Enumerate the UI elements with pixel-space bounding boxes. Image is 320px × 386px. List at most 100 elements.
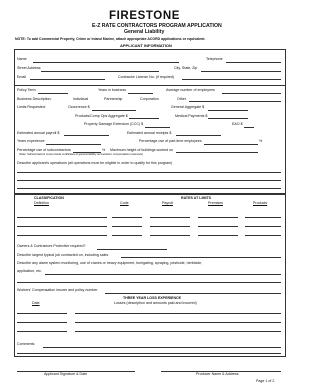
subcontractors-unit: % — [102, 147, 106, 152]
alarm-question: Describe any alarm system monitoring, us… — [17, 261, 203, 265]
property-damage-field[interactable] — [145, 126, 170, 128]
products-label: Products/Comp Ops Aggregate $ — [75, 113, 128, 118]
column-code: Code — [120, 201, 129, 205]
alarm-field-2[interactable] — [17, 282, 281, 283]
row-1-premises[interactable] — [198, 217, 238, 218]
form-subtitle: General Liability — [124, 29, 165, 35]
row-1-payroll[interactable] — [150, 217, 190, 218]
part-time-label: Percentage use of part-time employees — [139, 139, 202, 143]
receipts-field[interactable] — [176, 135, 221, 136]
loss-description-header: Losses (description and amounts paid and… — [114, 301, 197, 305]
describe-ops-label: Describe applicant's operations (all ope… — [17, 161, 173, 165]
jobs-field[interactable] — [121, 257, 281, 258]
page-number: Page 1 of 2 — [256, 379, 275, 383]
rates-heading: RATES AT LIMITS — [181, 196, 212, 200]
name-label: Name — [17, 57, 27, 61]
applicant-box — [14, 49, 286, 86]
row-2-products[interactable] — [245, 226, 281, 227]
other-field[interactable] — [189, 101, 281, 102]
max-height-field[interactable] — [176, 152, 258, 153]
subcontractors-note: (Note: Subcontractors must provide certi… — [19, 153, 144, 156]
license-field[interactable] — [182, 79, 281, 80]
medical-label: Medical Payments $ — [175, 113, 208, 118]
payroll-field[interactable] — [64, 135, 109, 136]
row-3-payroll[interactable] — [150, 235, 190, 236]
describe-ops-line-3[interactable] — [17, 188, 281, 189]
column-definition: Definition — [34, 201, 49, 205]
row-1-code[interactable] — [112, 217, 142, 218]
loss-row-2-date[interactable] — [17, 322, 67, 323]
general-aggregate-field[interactable] — [208, 109, 248, 111]
street-label: Street Address — [17, 66, 41, 70]
policy-term-field[interactable] — [38, 92, 68, 94]
row-3-definition[interactable] — [17, 235, 107, 236]
payroll-label: Estimated annual payroll $ — [17, 130, 60, 135]
comments-field-2[interactable] — [17, 353, 281, 354]
classification-box — [14, 194, 286, 357]
workers-comp-label: Workers' Compensation insurer and policy… — [17, 288, 98, 292]
medical-field[interactable] — [208, 118, 248, 119]
other-option[interactable]: Other — [177, 97, 186, 102]
loss-row-3-date[interactable] — [17, 331, 67, 332]
years-label: Years in business — [98, 88, 127, 92]
row-2-premises[interactable] — [198, 226, 238, 227]
years-field[interactable] — [128, 92, 153, 94]
row-3-products[interactable] — [245, 235, 281, 236]
page: { "header": { "logo": "FIRESTONE", "titl… — [0, 0, 298, 386]
form-note: NOTE: To add Commercial Property, Crime … — [15, 36, 206, 41]
row-2-payroll[interactable] — [150, 226, 190, 227]
loss-row-3-losses[interactable] — [75, 331, 281, 332]
telephone-field[interactable] — [226, 61, 281, 63]
name-field[interactable] — [33, 61, 179, 63]
property-damage-label: Property Damage Extension (CCC) $ — [84, 122, 144, 126]
describe-ops-line-2[interactable] — [17, 180, 281, 181]
partnership-option[interactable]: Partnership — [104, 97, 122, 102]
row-2-code[interactable] — [112, 226, 142, 227]
signature-label: Applicant Signature & Date — [44, 372, 88, 376]
owners-question: Owners & Contractors Protective required… — [17, 244, 86, 248]
loss-date-header: Date — [32, 301, 40, 305]
experience-field[interactable] — [46, 143, 101, 145]
email-field[interactable] — [30, 79, 105, 80]
producer-label: Producer Name & Address — [196, 372, 239, 376]
occurrence-field[interactable] — [92, 109, 136, 111]
eao-label: EAO $ — [232, 122, 243, 126]
part-time-field[interactable] — [204, 143, 258, 145]
firestone-logo: FIRESTONE — [109, 10, 181, 22]
receipts-label: Estimated annual receipts $ — [127, 130, 172, 135]
part-time-unit: % — [259, 139, 263, 143]
column-payroll: Payroll — [162, 201, 173, 205]
city-label: City, State, Zip — [174, 66, 198, 70]
individual-option[interactable]: Individual — [73, 97, 88, 102]
employees-field[interactable] — [222, 92, 281, 94]
comments-field-1[interactable] — [43, 346, 281, 348]
owners-field[interactable] — [97, 248, 167, 250]
loss-row-2-losses[interactable] — [75, 322, 281, 323]
row-3-code[interactable] — [112, 235, 142, 236]
jobs-question: Describe largest typical job contracted … — [17, 252, 109, 257]
email-label: Email — [17, 74, 26, 79]
limits-label: Limits Requested: — [17, 105, 46, 109]
business-desc-label: Business Description: — [17, 96, 52, 101]
row-3-premises[interactable] — [198, 235, 238, 236]
city-field[interactable] — [201, 70, 281, 72]
row-1-definition[interactable] — [17, 217, 107, 218]
general-aggregate-label: General Aggregate $ — [171, 105, 205, 109]
row-1-products[interactable] — [245, 217, 281, 218]
loss-row-1-date[interactable] — [17, 313, 67, 314]
loss-row-1-losses[interactable] — [75, 313, 281, 314]
row-2-definition[interactable] — [17, 226, 107, 227]
workers-comp-field[interactable] — [105, 292, 281, 294]
describe-ops-line-1[interactable] — [17, 172, 281, 173]
employees-label: Average number of employees — [166, 88, 215, 92]
corporation-option[interactable]: Corporation — [140, 97, 159, 102]
column-products: Products — [253, 201, 268, 205]
eao-field[interactable] — [244, 126, 254, 128]
alarm-field-1[interactable] — [45, 273, 281, 275]
max-height-label: Maximum height of buildings worked on — [110, 147, 174, 152]
applicant-heading: APPLICANT INFORMATION — [120, 43, 172, 48]
street-field[interactable] — [41, 70, 159, 72]
products-field[interactable] — [129, 118, 159, 119]
subcontractors-label: Percentage use of subcontractors — [17, 147, 71, 152]
telephone-label: Telephone — [206, 57, 223, 61]
